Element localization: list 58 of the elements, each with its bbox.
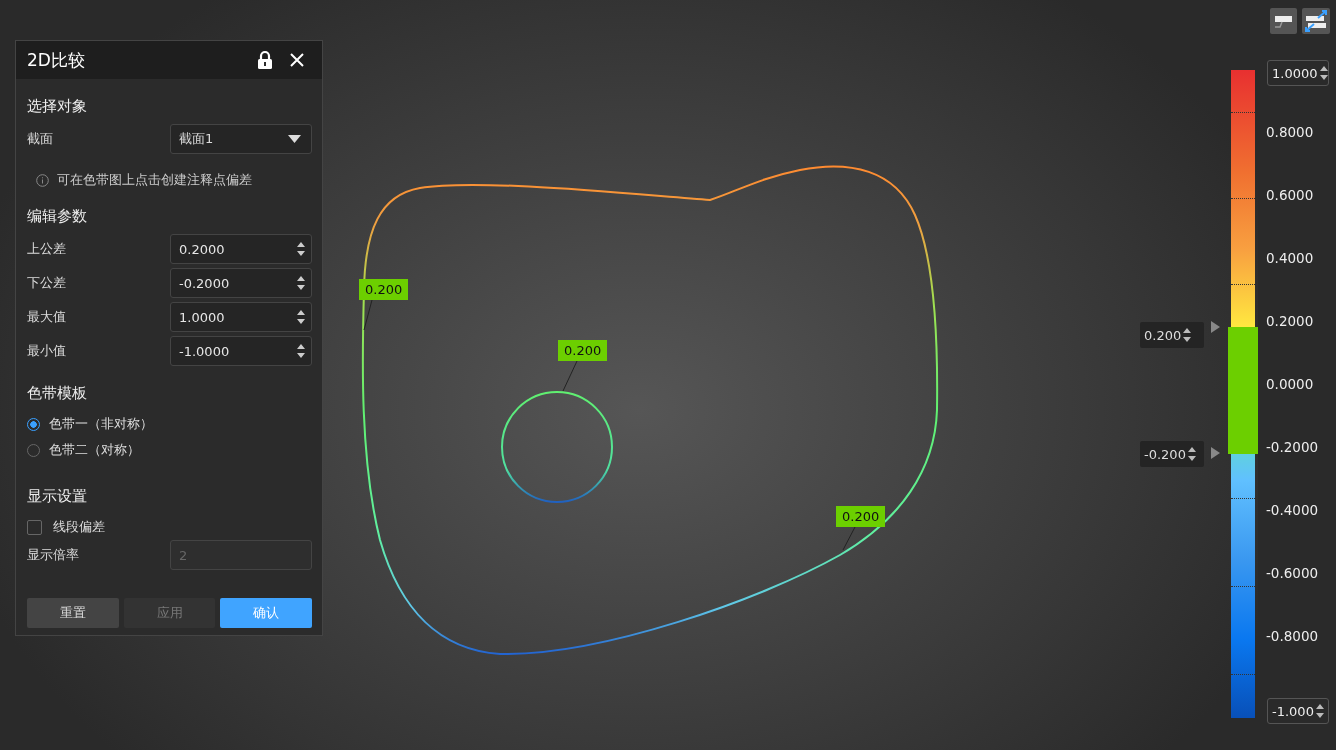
number-field[interactable]: 0.2000 — [170, 234, 312, 264]
spin-icon[interactable] — [1183, 328, 1192, 342]
deviation-label[interactable]: 0.200 — [558, 340, 608, 361]
leader-line — [842, 526, 856, 551]
scale-label: 0.0000 — [1266, 376, 1314, 392]
marker-icon[interactable] — [1211, 447, 1220, 459]
number-field[interactable]: -0.2000 — [170, 268, 312, 298]
radio-label[interactable]: 色带二（对称） — [49, 441, 140, 459]
panel-title: 2D比较 — [27, 48, 86, 72]
section-dropdown[interactable]: 截面1 — [170, 124, 312, 154]
field-label: 下公差 — [27, 274, 66, 292]
close-icon[interactable] — [289, 52, 305, 68]
upper-tolerance-field[interactable]: 0.200 — [1140, 322, 1204, 348]
caret-icon — [288, 135, 301, 143]
field-label: 最小值 — [27, 342, 66, 360]
scale-label: 0.4000 — [1266, 250, 1314, 266]
number-field[interactable]: 1.0000 — [170, 302, 312, 332]
checkbox[interactable] — [27, 519, 42, 535]
leader-line — [363, 299, 373, 331]
section-title: 选择对象 — [27, 97, 88, 116]
spin-icon[interactable] — [297, 310, 305, 324]
field-label: 截面 — [27, 130, 53, 148]
deviation-label[interactable]: 0.200 — [836, 506, 886, 527]
lock-icon[interactable] — [257, 50, 273, 70]
marker-icon[interactable] — [1211, 321, 1220, 333]
scale-label: -0.8000 — [1266, 628, 1319, 644]
info-icon — [36, 174, 49, 187]
min-value-field[interactable]: -1.000 — [1267, 698, 1329, 724]
radio-button[interactable] — [27, 417, 40, 431]
number-field[interactable]: -1.0000 — [170, 336, 312, 366]
lower-tolerance-field[interactable]: -0.200 — [1140, 441, 1204, 467]
hint-text: 可在色带图上点击创建注释点偏差 — [57, 172, 252, 189]
radio-label[interactable]: 色带一（非对称） — [49, 415, 153, 433]
scale-label: -0.6000 — [1266, 565, 1319, 581]
deviation-label[interactable]: 0.200 — [359, 279, 409, 300]
spin-icon[interactable] — [297, 276, 305, 290]
section-title: 色带模板 — [27, 384, 88, 403]
spin-icon[interactable] — [1187, 447, 1196, 461]
field-label: 最大值 — [27, 308, 66, 326]
spin-icon[interactable] — [1319, 66, 1328, 80]
scale-label: -0.4000 — [1266, 502, 1319, 518]
section-view-icon[interactable] — [1270, 8, 1297, 34]
leader-line — [562, 360, 578, 392]
action-button[interactable]: 重置 — [27, 598, 119, 628]
scale-label: 0.6000 — [1266, 187, 1314, 203]
field-label: 上公差 — [27, 240, 66, 258]
spin-icon[interactable] — [297, 344, 305, 358]
section-title: 显示设置 — [27, 487, 88, 506]
swap-view-icon[interactable] — [1302, 8, 1330, 34]
section-title: 编辑参数 — [27, 207, 88, 226]
scale-label: 0.2000 — [1266, 313, 1314, 329]
scale-label: -0.2000 — [1266, 439, 1319, 455]
max-value-field[interactable]: 1.0000 — [1267, 60, 1329, 86]
spin-icon[interactable] — [297, 242, 305, 256]
spin-icon[interactable] — [1315, 704, 1324, 718]
field-label: 显示倍率 — [27, 546, 79, 564]
scale-label: 0.8000 — [1266, 124, 1314, 140]
checkbox-label[interactable]: 线段偏差 — [53, 518, 105, 536]
